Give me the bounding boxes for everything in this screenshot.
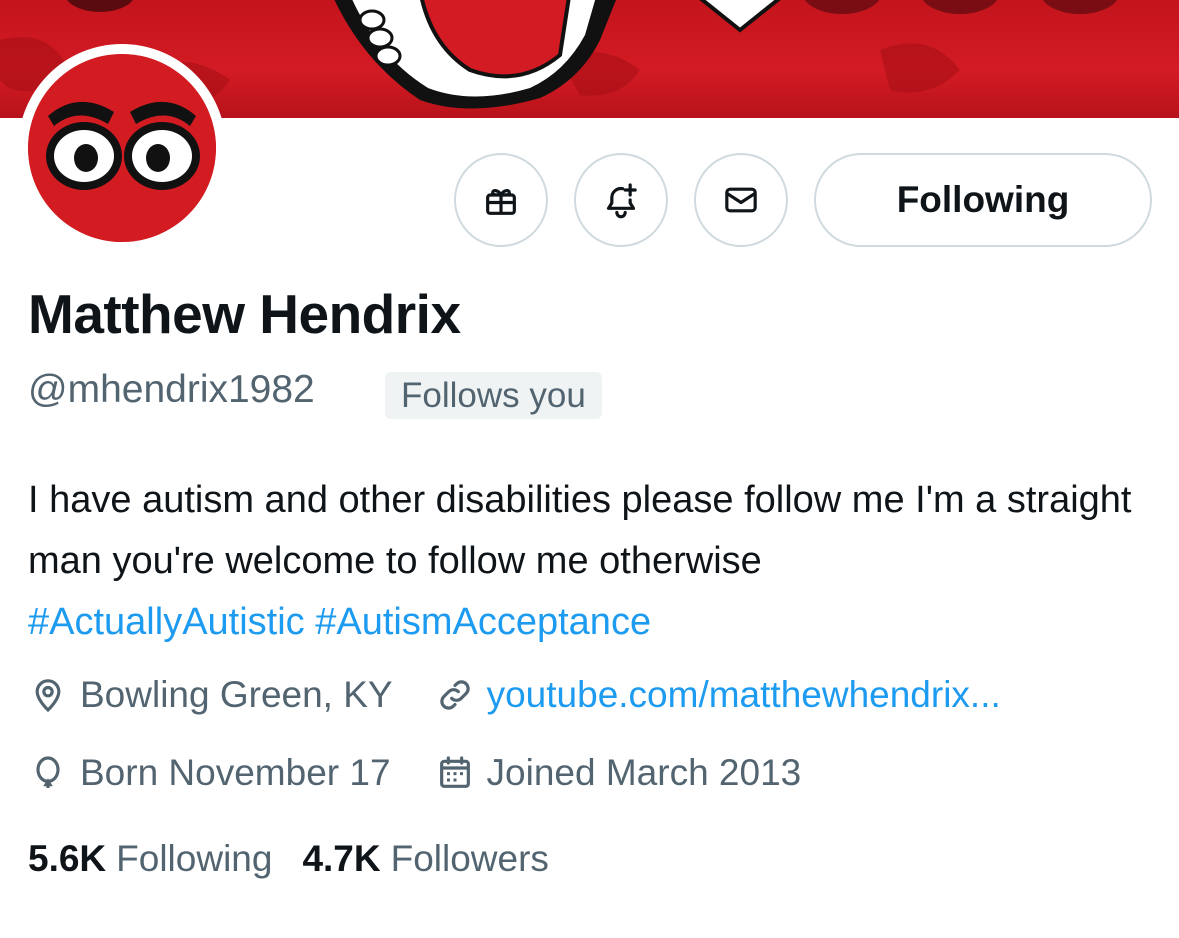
website-link[interactable]: youtube.com/matthewhendrix... bbox=[487, 674, 1001, 716]
mascot-eyes-image bbox=[28, 54, 216, 242]
birthday-text: Born November 17 bbox=[80, 752, 391, 793]
website-item[interactable]: youtube.com/matthewhendrix... bbox=[435, 674, 1001, 716]
avatar[interactable] bbox=[28, 54, 216, 242]
location-pin-icon bbox=[35, 679, 61, 713]
calendar-icon bbox=[439, 756, 470, 788]
gift-icon bbox=[486, 189, 516, 215]
display-name: Matthew Hendrix bbox=[28, 283, 461, 345]
balloon-icon bbox=[36, 756, 60, 788]
following-label: Following bbox=[116, 838, 273, 879]
hashtag-link[interactable]: #AutismAcceptance bbox=[315, 601, 651, 643]
bio-text: I have autism and other disabilities ple… bbox=[28, 479, 1132, 582]
followers-count: 4.7K bbox=[302, 838, 381, 879]
follow-stats: 5.6K Following 4.7K Followers bbox=[28, 838, 549, 880]
following-button[interactable]: Following bbox=[814, 153, 1152, 247]
profile-bio: I have autism and other disabilities ple… bbox=[28, 470, 1158, 653]
bell-plus-icon bbox=[606, 183, 637, 219]
follows-you-badge: Follows you bbox=[385, 372, 602, 419]
hashtag-link[interactable]: #ActuallyAutistic bbox=[28, 601, 305, 643]
followers-count-link[interactable]: 4.7K Followers bbox=[302, 838, 548, 880]
joined-text: Joined March 2013 bbox=[486, 752, 802, 793]
followers-label: Followers bbox=[390, 838, 549, 879]
following-count-link[interactable]: 5.6K Following bbox=[28, 838, 272, 880]
message-button[interactable] bbox=[694, 153, 788, 247]
notifications-button[interactable] bbox=[574, 153, 668, 247]
profile-meta-row: Born November 17 Joined March 2013 bbox=[28, 752, 801, 794]
joined-item: Joined March 2013 bbox=[435, 752, 802, 794]
location-item: Bowling Green, KY bbox=[28, 674, 393, 716]
gift-button[interactable] bbox=[454, 153, 548, 247]
link-icon bbox=[439, 680, 470, 710]
username-handle: @mhendrix1982 bbox=[28, 368, 315, 411]
profile-meta-row: Bowling Green, KY youtube.com/matthewhen… bbox=[28, 674, 1001, 716]
location-text: Bowling Green, KY bbox=[80, 674, 393, 715]
following-count: 5.6K bbox=[28, 838, 107, 879]
mail-icon bbox=[725, 187, 757, 213]
birthday-item: Born November 17 bbox=[28, 752, 391, 794]
